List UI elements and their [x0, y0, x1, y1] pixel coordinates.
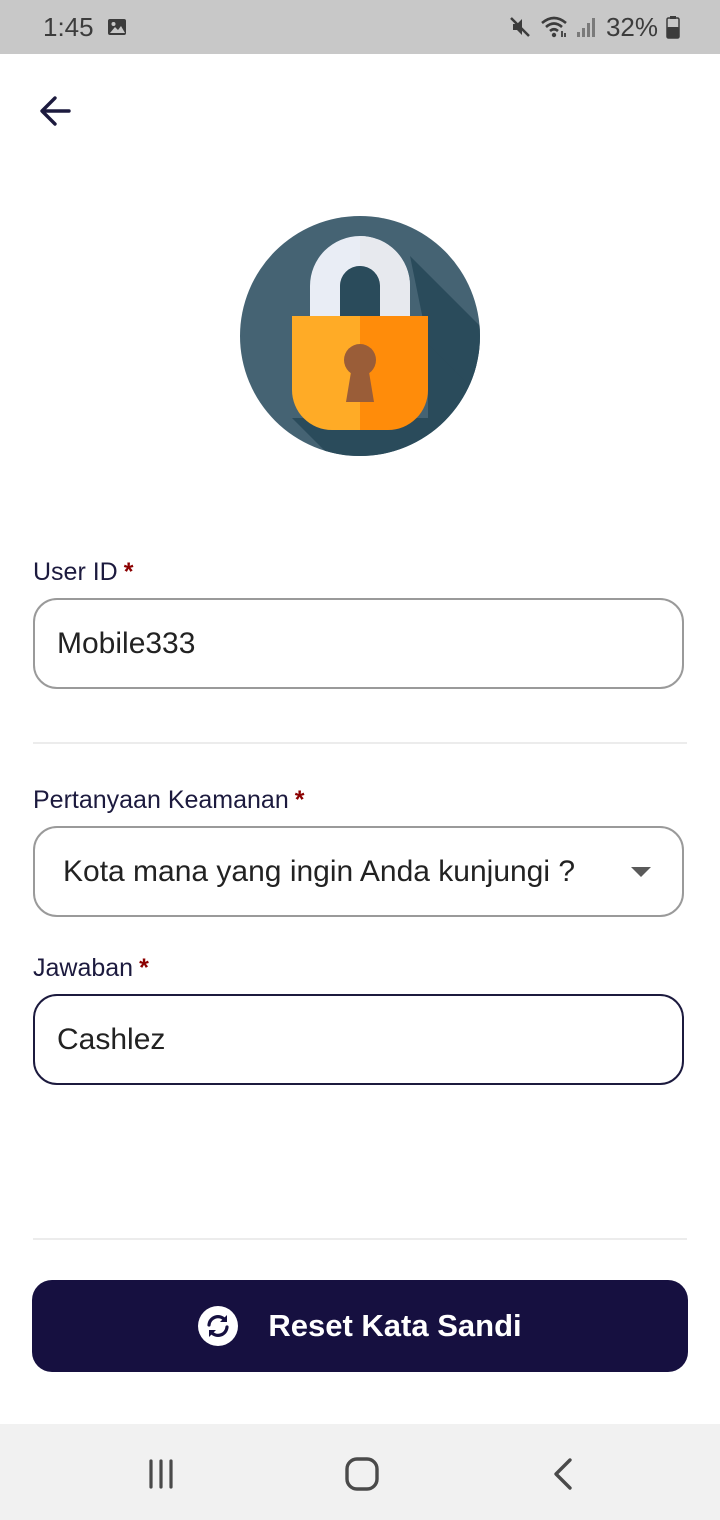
reset-password-label: Reset Kata Sandi: [268, 1308, 522, 1343]
wifi-icon: [541, 16, 567, 38]
padlock-icon: [240, 216, 480, 456]
status-bar: 1:45 32%: [0, 0, 720, 54]
battery-percent: 32%: [605, 12, 658, 42]
mute-icon: [510, 17, 530, 37]
padlock-illustration: [240, 216, 480, 456]
divider: [33, 1238, 687, 1240]
reset-password-button[interactable]: Reset Kata Sandi: [32, 1280, 688, 1372]
answer-input[interactable]: Cashlez: [33, 994, 684, 1085]
user-id-label-text: User ID: [33, 558, 118, 586]
back-button[interactable]: [30, 86, 80, 136]
user-id-label: User ID *: [33, 556, 133, 588]
answer-value: Cashlez: [57, 1022, 166, 1056]
signal-icon: [576, 18, 595, 37]
status-time: 1:45: [43, 12, 94, 42]
arrow-left-icon: [40, 96, 71, 126]
security-question-value: Kota mana yang ingin Anda kunjungi ?: [63, 854, 576, 888]
back-icon: [554, 1458, 572, 1490]
user-id-input[interactable]: Mobile333: [33, 598, 684, 689]
security-question-select[interactable]: Kota mana yang ingin Anda kunjungi ?: [33, 826, 684, 917]
home-icon: [345, 1457, 379, 1491]
security-question-label-text: Pertanyaan Keamanan: [33, 786, 289, 814]
home-button[interactable]: [340, 1452, 384, 1496]
recent-apps-icon: [149, 1459, 173, 1489]
user-id-value: Mobile333: [57, 626, 196, 660]
divider: [33, 742, 687, 744]
recent-apps-button[interactable]: [139, 1452, 183, 1496]
answer-label: Jawaban *: [33, 952, 149, 984]
refresh-icon: [198, 1306, 239, 1346]
reset-password-screen: 1:45 32% User ID * Mobile333 Pertanyaan …: [0, 0, 720, 1520]
required-mark: *: [294, 786, 305, 814]
dropdown-arrow-icon: [631, 866, 651, 877]
security-question-label: Pertanyaan Keamanan *: [33, 784, 304, 816]
battery-icon: [666, 16, 680, 39]
nav-back-button[interactable]: [542, 1452, 586, 1496]
status-icons: 32%: [508, 10, 680, 44]
answer-label-text: Jawaban: [33, 954, 134, 982]
system-nav-bar: [0, 1424, 720, 1520]
image-icon: [108, 19, 126, 35]
required-mark: *: [139, 954, 149, 982]
required-mark: *: [123, 558, 134, 586]
